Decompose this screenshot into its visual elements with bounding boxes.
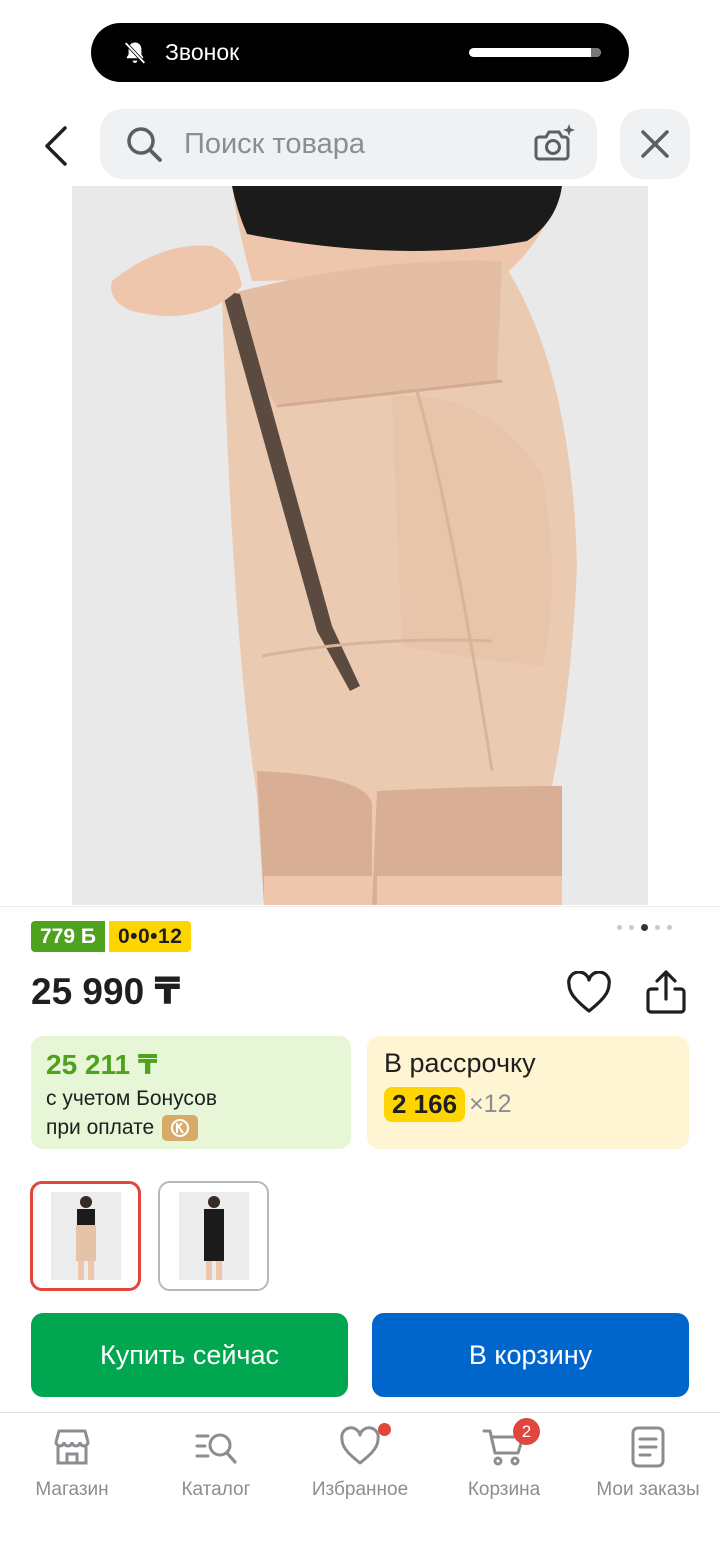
search-icon xyxy=(127,127,162,162)
nav-label: Мои заказы xyxy=(596,1479,700,1500)
search-input[interactable] xyxy=(184,127,525,161)
search-bar[interactable] xyxy=(100,109,597,179)
bonus-price-card[interactable]: 25 211 ₸ с учетом Бонусов при оплате xyxy=(31,1036,351,1149)
buy-now-button[interactable]: Купить сейчас xyxy=(31,1313,348,1397)
pagination-dot-active xyxy=(641,924,648,931)
bottom-navigation: Магазин Каталог Избранное 2 Корзина Мои … xyxy=(0,1413,720,1523)
nav-label: Магазин xyxy=(35,1479,109,1500)
thumbnail-image xyxy=(178,1192,249,1280)
bonus-note-line2: при оплате xyxy=(46,1116,155,1139)
nav-item-cart[interactable]: 2 Корзина xyxy=(432,1413,576,1523)
pagination-dot xyxy=(617,925,622,930)
bonus-badge: 779 Б xyxy=(31,921,105,952)
bell-off-icon xyxy=(124,41,146,64)
bonus-price: 25 211 ₸ xyxy=(46,1049,158,1080)
call-label: Звонок xyxy=(165,39,240,65)
heart-icon xyxy=(340,1426,380,1465)
nav-label: Каталог xyxy=(181,1479,251,1500)
nav-item-catalog[interactable]: Каталог xyxy=(144,1413,288,1523)
close-button[interactable] xyxy=(620,109,690,179)
close-icon xyxy=(641,130,669,158)
bonus-note-line2-row: при оплате xyxy=(46,1115,336,1141)
thumbnail-image xyxy=(50,1192,121,1280)
divider xyxy=(0,906,720,907)
nav-item-orders[interactable]: Мои заказы xyxy=(576,1413,720,1523)
gallery-pagination xyxy=(617,924,672,931)
installment-row: 2 166 ×12 xyxy=(384,1087,672,1122)
variant-thumbnail-black[interactable] xyxy=(158,1181,269,1291)
nav-label: Корзина xyxy=(467,1479,541,1500)
pagination-dot xyxy=(655,925,660,930)
installment-amount: 2 166 xyxy=(384,1087,466,1122)
product-photo-illustration xyxy=(72,186,648,905)
installment-title: В рассрочку xyxy=(384,1048,536,1078)
pagination-dot xyxy=(629,925,634,930)
variant-thumbnail-beige[interactable] xyxy=(30,1181,141,1291)
ongoing-call-pill[interactable]: Звонок xyxy=(91,23,629,82)
product-image[interactable] xyxy=(72,186,648,905)
nav-item-favorites[interactable]: Избранное xyxy=(288,1413,432,1523)
camera-search-icon[interactable] xyxy=(533,122,577,166)
back-button[interactable] xyxy=(28,118,84,174)
promo-badges: 779 Б 0•0•12 xyxy=(31,921,192,952)
payment-method-icon xyxy=(162,1115,199,1141)
pagination-dot xyxy=(667,925,672,930)
nav-label: Избранное xyxy=(311,1479,409,1500)
call-activity-bar xyxy=(469,48,601,57)
favorite-heart-icon[interactable] xyxy=(566,971,612,1015)
add-to-cart-button[interactable]: В корзину xyxy=(372,1313,689,1397)
store-icon xyxy=(54,1429,90,1465)
bonus-note-line1: с учетом Бонусов xyxy=(46,1087,217,1110)
installment-card[interactable]: В рассрочку 2 166 ×12 xyxy=(367,1036,689,1149)
nav-item-store[interactable]: Магазин xyxy=(0,1413,144,1523)
product-price: 25 990 ₸ xyxy=(31,971,181,1012)
installment-badge: 0•0•12 xyxy=(108,921,192,952)
catalog-search-icon xyxy=(195,1433,237,1464)
share-icon[interactable] xyxy=(645,969,687,1015)
chevron-left-icon xyxy=(45,126,67,166)
cart-count-badge: 2 xyxy=(513,1418,540,1445)
orders-icon xyxy=(631,1426,665,1468)
notification-dot xyxy=(378,1423,391,1436)
installment-months: ×12 xyxy=(469,1090,512,1118)
